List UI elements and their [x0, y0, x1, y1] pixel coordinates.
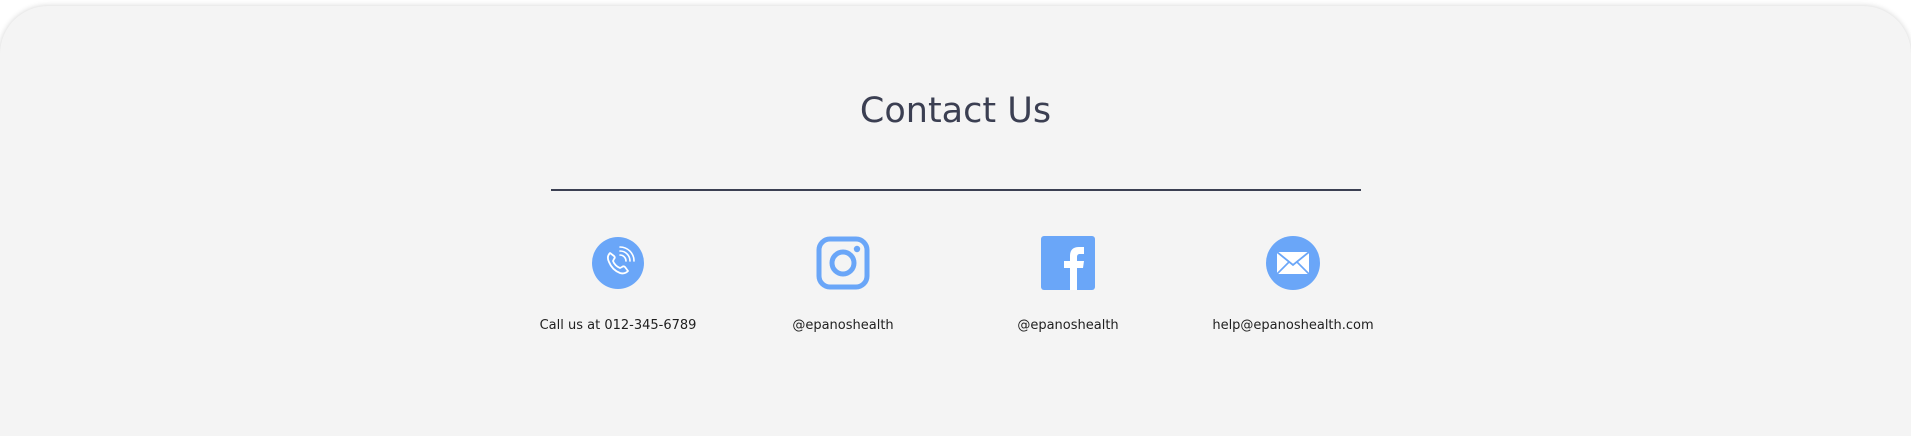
phone-icon	[591, 236, 645, 290]
instagram-icon	[816, 236, 870, 290]
contact-title: Contact Us	[859, 91, 1052, 131]
contact-item-facebook[interactable]: @epanoshealth	[948, 236, 1188, 333]
contact-section: Contact Us Call us at 012-345-6789 @epan…	[0, 6, 1911, 436]
email-icon	[1266, 236, 1320, 290]
phone-label: Call us at 012-345-6789	[539, 318, 697, 333]
instagram-label: @epanoshealth	[792, 318, 894, 333]
contact-item-instagram[interactable]: @epanoshealth	[723, 236, 963, 333]
email-label: help@epanoshealth.com	[1212, 318, 1374, 333]
facebook-label: @epanoshealth	[1017, 318, 1119, 333]
title-divider	[551, 189, 1361, 191]
contact-item-phone[interactable]: Call us at 012-345-6789	[498, 236, 738, 333]
contact-item-email[interactable]: help@epanoshealth.com	[1173, 236, 1413, 333]
facebook-icon	[1041, 236, 1095, 290]
